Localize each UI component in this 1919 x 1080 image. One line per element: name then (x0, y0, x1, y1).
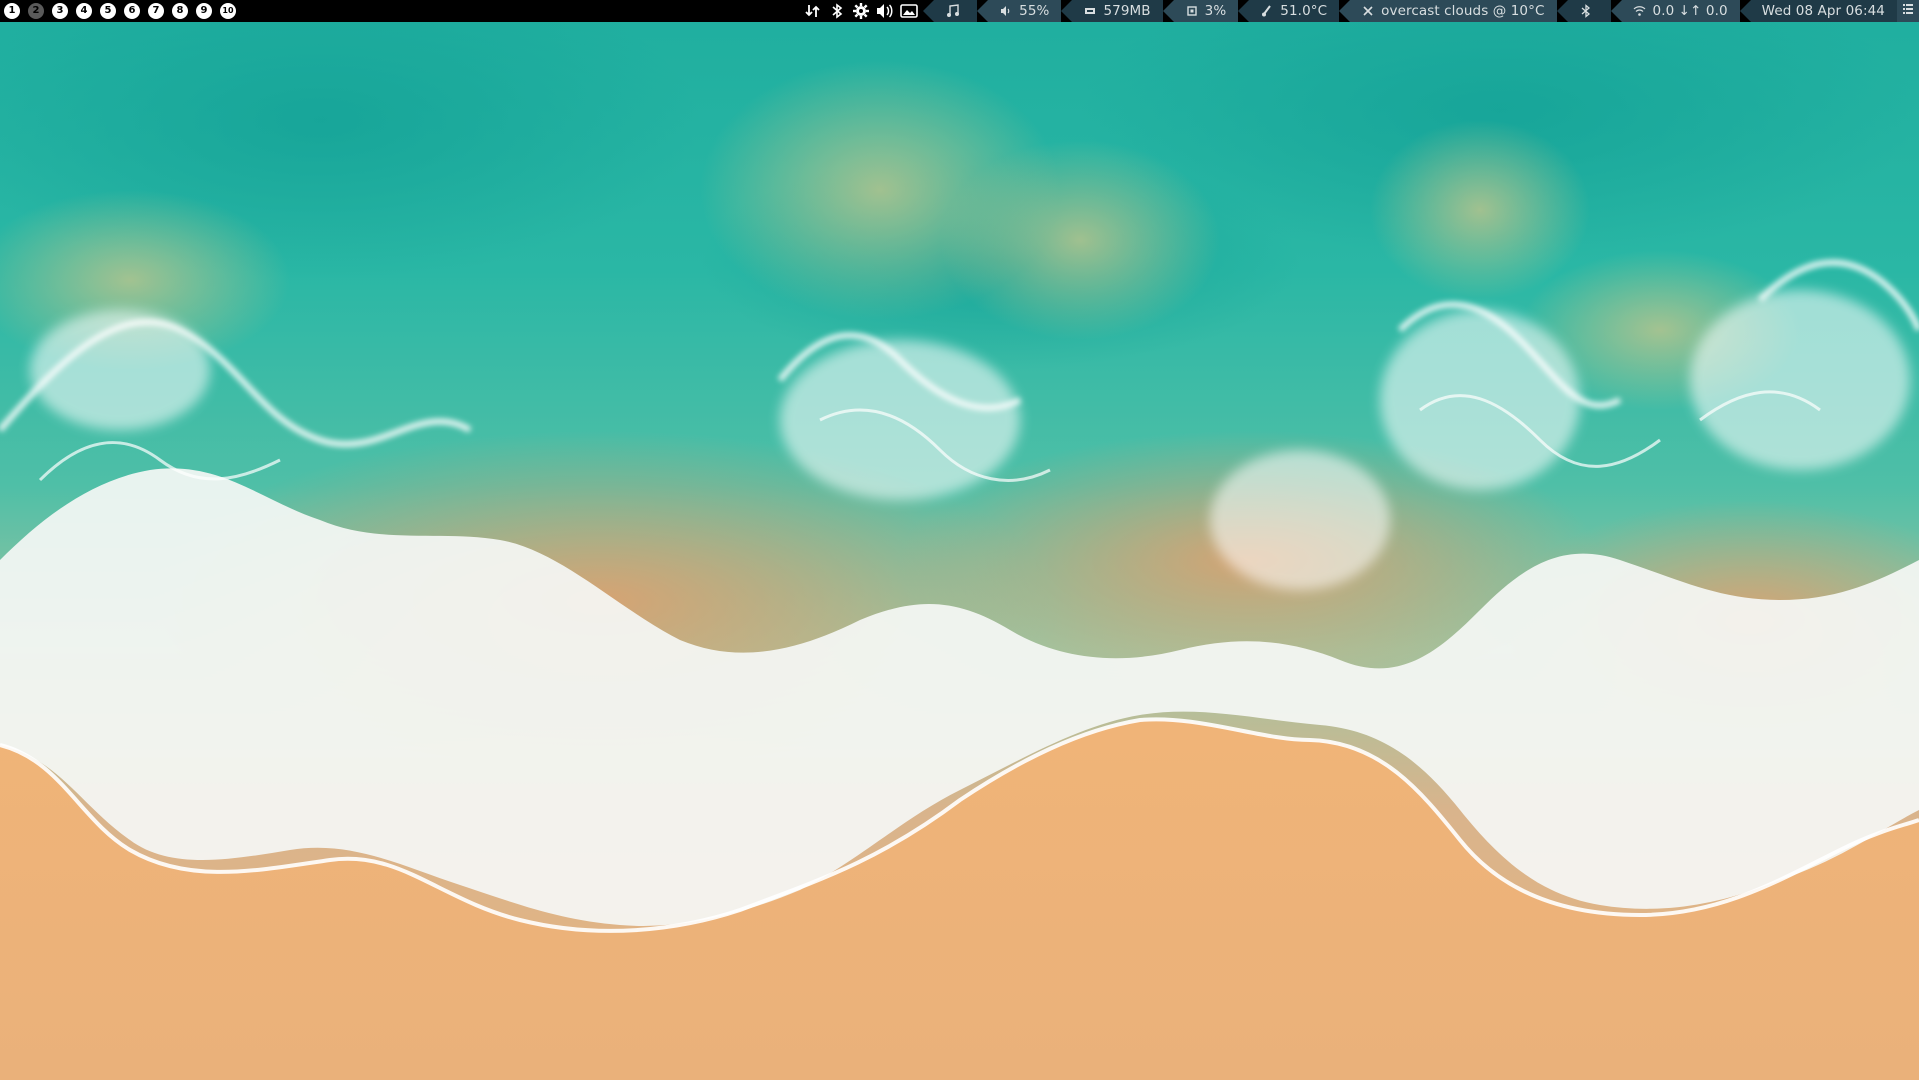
wallpaper-beach (0, 0, 1919, 1080)
weather-value: overcast clouds @ 10°C (1381, 3, 1545, 19)
network-arrows-icon[interactable] (803, 1, 823, 21)
menu-button[interactable] (1897, 0, 1919, 22)
menu-list-icon (1902, 3, 1914, 19)
cpu-icon (1185, 4, 1199, 18)
settings-gear-icon[interactable] (851, 1, 871, 21)
temperature-value: 51.0°C (1280, 3, 1328, 19)
wifi-icon (1633, 4, 1647, 18)
music-note-icon (945, 4, 959, 18)
volume-value: 55% (1019, 3, 1050, 19)
workspace-button-7[interactable]: 7 (148, 3, 164, 19)
status-segments: 55% 579MB 3% 51.0°C overcast clouds @ 10… (923, 0, 1919, 22)
workspace-button-9[interactable]: 9 (196, 3, 212, 19)
desktop: 1 2 3 4 5 6 7 8 9 10 55% 579MB 3% 51.0°C… (0, 0, 1919, 1080)
speaker-icon (999, 4, 1013, 18)
network-value: 0.0 ↓↑ 0.0 (1652, 3, 1728, 19)
workspace-switcher: 1 2 3 4 5 6 7 8 9 10 (0, 0, 244, 22)
volume-icon[interactable] (875, 1, 895, 21)
music-segment[interactable] (923, 0, 978, 22)
top-bar: 1 2 3 4 5 6 7 8 9 10 55% 579MB 3% 51.0°C… (0, 0, 1919, 22)
cpu-value: 3% (1204, 3, 1227, 19)
image-viewer-icon[interactable] (899, 1, 919, 21)
datetime-segment[interactable]: Wed 08 Apr 06:44 (1739, 0, 1897, 22)
workspace-button-4[interactable]: 4 (76, 3, 92, 19)
bluetooth-small-icon (1579, 4, 1593, 18)
volume-segment[interactable]: 55% (977, 0, 1062, 22)
workspace-button-10[interactable]: 10 (220, 3, 236, 19)
workspace-button-8[interactable]: 8 (172, 3, 188, 19)
system-tray (803, 0, 923, 22)
workspace-button-2[interactable]: 2 (28, 3, 44, 19)
workspace-button-1[interactable]: 1 (4, 3, 20, 19)
cpu-segment[interactable]: 3% (1162, 0, 1239, 22)
bluetooth-segment[interactable] (1556, 0, 1611, 22)
memory-chip-icon (1083, 4, 1097, 18)
workspace-button-5[interactable]: 5 (100, 3, 116, 19)
weather-icon (1361, 4, 1375, 18)
bluetooth-icon[interactable] (827, 1, 847, 21)
temperature-segment[interactable]: 51.0°C (1238, 0, 1340, 22)
memory-value: 579MB (1103, 3, 1151, 19)
workspace-button-3[interactable]: 3 (52, 3, 68, 19)
network-segment[interactable]: 0.0 ↓↑ 0.0 (1610, 0, 1740, 22)
memory-segment[interactable]: 579MB (1061, 0, 1163, 22)
weather-segment[interactable]: overcast clouds @ 10°C (1339, 0, 1557, 22)
workspace-button-6[interactable]: 6 (124, 3, 140, 19)
datetime-value: Wed 08 Apr 06:44 (1761, 3, 1885, 19)
thermometer-icon (1260, 4, 1274, 18)
